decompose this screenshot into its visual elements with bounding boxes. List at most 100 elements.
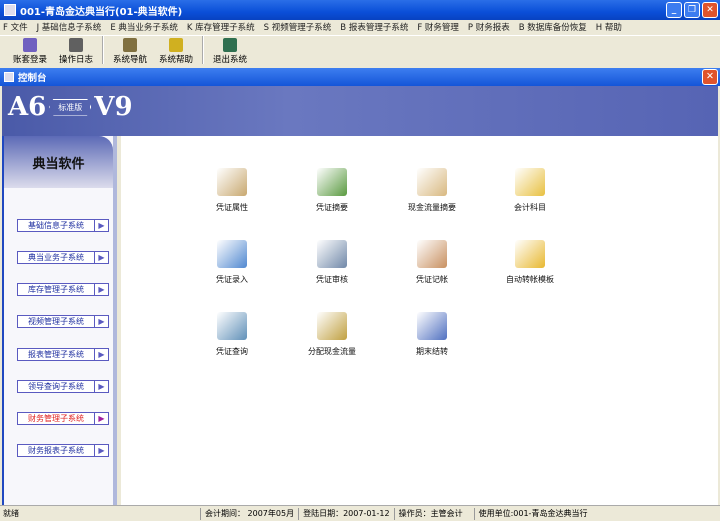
sidebar: 典当软件 基础信息子系统 ▶ 典当业务子系统 ▶ 库存管理子系统 ▶ 视频管理子系统 ▶ 报表管… xyxy=(2,136,117,505)
window-title: 001-青岛金达典当行(01-典当软件) xyxy=(20,6,183,18)
menu-item[interactable]: K 库存管理子系统 xyxy=(187,21,255,33)
panel-title: 控制台 xyxy=(18,73,47,84)
function-label: 凭证属性 xyxy=(216,203,248,212)
sidebar-item[interactable]: 典当业务子系统 ▶ xyxy=(17,251,109,264)
sidebar-item[interactable]: 财务管理子系统 ▶ xyxy=(17,412,109,425)
menu-item[interactable]: B 报表管理子系统 xyxy=(340,21,408,33)
sidebar-item[interactable]: 视频管理子系统 ▶ xyxy=(17,315,109,328)
title-bar: 001-青岛金达典当行(01-典当软件) _ ❐ ✕ xyxy=(0,0,720,20)
arrow-right-icon: ▶ xyxy=(94,445,108,456)
voucher-posting-icon xyxy=(417,240,447,268)
sidebar-item-label: 报表管理子系统 xyxy=(28,350,84,359)
function-label: 会计科目 xyxy=(514,203,546,212)
toolbar-button[interactable]: 系统帮助 xyxy=(156,36,196,66)
arrow-right-icon: ▶ xyxy=(94,349,108,360)
function-panel: 凭证属性 凭证摘要 现金流量摘要 会计科目凭证录入 凭证审核 凭证记帐 自动转帐模板凭证查询… xyxy=(121,136,718,505)
sidebar-item[interactable]: 基础信息子系统 ▶ xyxy=(17,219,109,232)
cashflow-summary-icon xyxy=(417,168,447,196)
menu-item[interactable]: F 财务管理 xyxy=(417,21,459,33)
sidebar-item[interactable]: 报表管理子系统 ▶ xyxy=(17,348,109,361)
status-ready: 就绪 xyxy=(3,509,19,518)
sidebar-item-label: 财务管理子系统 xyxy=(28,414,84,423)
status-login-date: 登陆日期：2007-01-12 xyxy=(298,507,394,520)
sidebar-item-label: 基础信息子系统 xyxy=(28,221,84,230)
auto-transfer-template-icon xyxy=(515,240,545,268)
function-item[interactable]: 现金流量摘要 xyxy=(387,168,477,213)
logo-v9: V9 xyxy=(94,92,133,122)
voucher-query-icon xyxy=(217,312,247,340)
function-item[interactable]: 凭证录入 xyxy=(187,240,277,285)
toolbar-button[interactable]: 账套登录 xyxy=(10,36,50,66)
allocate-cashflow-icon xyxy=(317,312,347,340)
voucher-entry-icon xyxy=(217,240,247,268)
function-item[interactable]: 期末结转 xyxy=(387,312,477,357)
function-label: 凭证审核 xyxy=(316,275,348,284)
toolbar-button[interactable]: 操作日志 xyxy=(56,36,96,66)
menu-bar: F 文件 J 基础信息子系统 E 典当业务子系统 K 库存管理子系统 S 视频管… xyxy=(0,20,720,34)
voucher-summary-icon xyxy=(317,168,347,196)
function-label: 凭证记帐 xyxy=(416,275,448,284)
sidebar-item[interactable]: 库存管理子系统 ▶ xyxy=(17,283,109,296)
sidebar-item-label: 领导查询子系统 xyxy=(28,382,84,391)
function-label: 凭证查询 xyxy=(216,347,248,356)
sidebar-item-label: 财务报表子系统 xyxy=(28,446,84,455)
function-item[interactable]: 凭证审核 xyxy=(287,240,377,285)
toolbar: 账套登录 操作日志 系统导航 系统帮助 退出系统 xyxy=(0,35,720,66)
toolbar-label: 退出系统 xyxy=(212,55,247,65)
minimize-button[interactable]: _ xyxy=(666,2,682,18)
toolbar-label: 操作日志 xyxy=(58,55,93,65)
app-icon xyxy=(4,4,16,16)
product-logo: A6 标准版 V9 xyxy=(8,92,133,122)
function-label: 分配现金流量 xyxy=(308,347,356,356)
arrow-right-icon: ▶ xyxy=(94,381,108,392)
close-button[interactable]: ✕ xyxy=(702,2,718,18)
function-item[interactable]: 凭证属性 xyxy=(187,168,277,213)
toolbar-separator xyxy=(202,36,204,64)
toolbar-separator xyxy=(102,36,104,64)
arrow-right-icon: ▶ xyxy=(94,413,108,424)
sidebar-item-label: 库存管理子系统 xyxy=(28,285,84,294)
toolbar-label: 账套登录 xyxy=(12,55,47,65)
function-item[interactable]: 凭证摘要 xyxy=(287,168,377,213)
log-icon xyxy=(69,38,83,52)
function-item[interactable]: 分配现金流量 xyxy=(287,312,377,357)
status-bar: 就绪 会计期间： 2007年05月 登陆日期：2007-01-12 操作员：主管… xyxy=(0,505,720,521)
panel-title-bar: 控制台 ✕ xyxy=(0,68,720,86)
restore-button[interactable]: ❐ xyxy=(684,2,700,18)
menu-item[interactable]: H 帮助 xyxy=(596,21,622,33)
voucher-property-icon xyxy=(217,168,247,196)
function-item[interactable]: 自动转帐模板 xyxy=(485,240,575,285)
status-unit: 使用单位:001-青岛金达典当行 xyxy=(473,507,720,520)
banner: A6 标准版 V9 xyxy=(2,86,718,136)
function-item[interactable]: 凭证记帐 xyxy=(387,240,477,285)
accounting-subject-icon xyxy=(515,168,545,196)
function-label: 期末结转 xyxy=(416,347,448,356)
status-operator: 操作员：主管会计 xyxy=(393,507,474,520)
toolbar-button[interactable]: 退出系统 xyxy=(210,36,250,66)
menu-item[interactable]: E 典当业务子系统 xyxy=(110,21,178,33)
function-label: 自动转帐模板 xyxy=(506,275,554,284)
menu-item[interactable]: S 视频管理子系统 xyxy=(264,21,332,33)
menu-item[interactable]: J 基础信息子系统 xyxy=(37,21,102,33)
function-item[interactable]: 会计科目 xyxy=(485,168,575,213)
exit-icon xyxy=(223,38,237,52)
sidebar-item-label: 视频管理子系统 xyxy=(28,317,84,326)
menu-item[interactable]: B 数据库备份恢复 xyxy=(519,21,587,33)
arrow-right-icon: ▶ xyxy=(94,316,108,327)
logo-edition: 标准版 xyxy=(49,98,92,116)
panel-close-button[interactable]: ✕ xyxy=(702,69,718,85)
sidebar-item[interactable]: 领导查询子系统 ▶ xyxy=(17,380,109,393)
status-period: 会计期间： 2007年05月 xyxy=(200,507,298,520)
help-icon xyxy=(169,38,183,52)
arrow-right-icon: ▶ xyxy=(94,284,108,295)
menu-item[interactable]: F 文件 xyxy=(3,21,28,33)
navigation-icon xyxy=(123,38,137,52)
logo-a6: A6 xyxy=(8,92,47,122)
arrow-right-icon: ▶ xyxy=(94,220,108,231)
toolbar-button[interactable]: 系统导航 xyxy=(110,36,150,66)
sidebar-item[interactable]: 财务报表子系统 ▶ xyxy=(17,444,109,457)
menu-item[interactable]: P 财务报表 xyxy=(468,21,510,33)
function-label: 现金流量摘要 xyxy=(408,203,456,212)
function-item[interactable]: 凭证查询 xyxy=(187,312,277,357)
period-end-carryover-icon xyxy=(417,312,447,340)
